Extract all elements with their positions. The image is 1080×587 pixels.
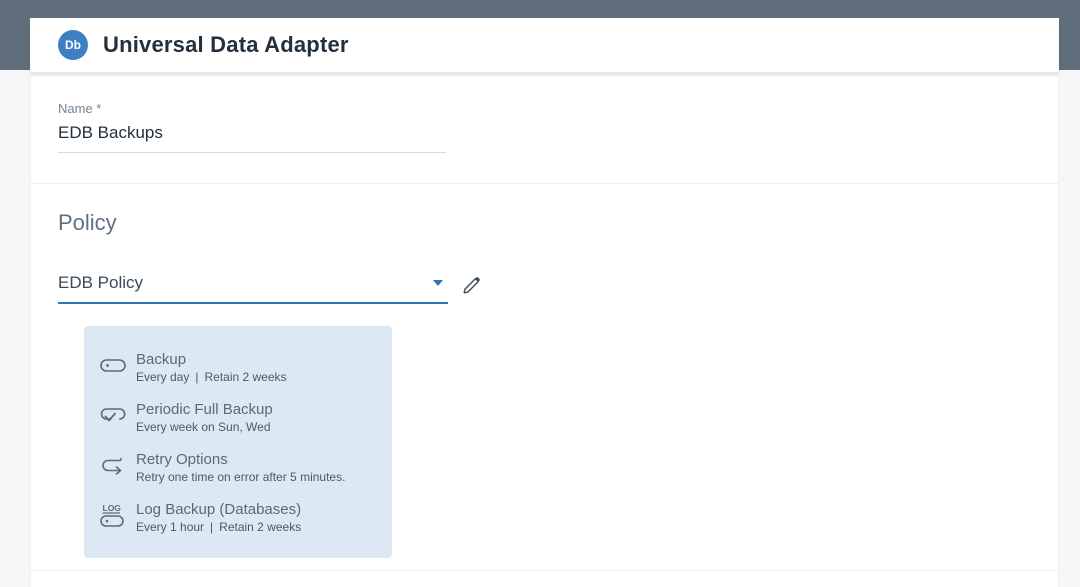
policy-item-title: Retry Options bbox=[136, 451, 228, 468]
chevron-down-icon bbox=[433, 280, 443, 286]
policy-item-subtitle: Every week on Sun, Wed bbox=[136, 420, 271, 434]
name-field-label: Name * bbox=[58, 101, 102, 116]
list-item: Periodic Full Backup Every week on Sun, … bbox=[100, 401, 382, 434]
policy-item-title: Backup bbox=[136, 351, 187, 368]
policy-select[interactable]: EDB Policy bbox=[58, 273, 448, 304]
pencil-icon bbox=[461, 275, 482, 296]
list-item: Retry Options Retry one time on error af… bbox=[100, 451, 382, 484]
main-panel: Name * EDB Backups Policy EDB Policy Bac… bbox=[31, 76, 1058, 587]
policy-item-subtitle: Every day | Retain 2 weeks bbox=[136, 370, 287, 384]
page-title: Universal Data Adapter bbox=[103, 32, 349, 57]
db-badge-icon: Db bbox=[58, 30, 88, 60]
periodic-full-backup-icon bbox=[100, 403, 134, 427]
edit-policy-button[interactable] bbox=[461, 275, 482, 296]
svg-text:LOG: LOG bbox=[103, 503, 122, 513]
adapter-header: Db Universal Data Adapter bbox=[30, 18, 1059, 73]
policy-item-title: Periodic Full Backup bbox=[136, 401, 273, 418]
name-input[interactable]: EDB Backups bbox=[58, 123, 446, 153]
name-section: Name * EDB Backups bbox=[31, 76, 1058, 184]
list-item: Backup Every day | Retain 2 weeks bbox=[100, 351, 382, 384]
backup-icon bbox=[100, 353, 134, 377]
log-backup-icon: LOG bbox=[100, 503, 134, 530]
policy-item-subtitle: Every 1 hour | Retain 2 weeks bbox=[136, 520, 302, 534]
policy-selected-value: EDB Policy bbox=[58, 273, 144, 292]
policy-section: Policy EDB Policy Backup Every day | Ret… bbox=[31, 184, 1058, 571]
policy-item-title: Log Backup (Databases) bbox=[136, 501, 302, 518]
policy-summary-card: Backup Every day | Retain 2 weeks Period… bbox=[84, 326, 392, 558]
list-item: LOG Log Backup (Databases) Every 1 hour … bbox=[100, 501, 382, 534]
retry-options-icon bbox=[100, 453, 134, 477]
policy-section-heading: Policy bbox=[58, 210, 117, 235]
policy-item-subtitle: Retry one time on error after 5 minutes. bbox=[136, 470, 346, 484]
